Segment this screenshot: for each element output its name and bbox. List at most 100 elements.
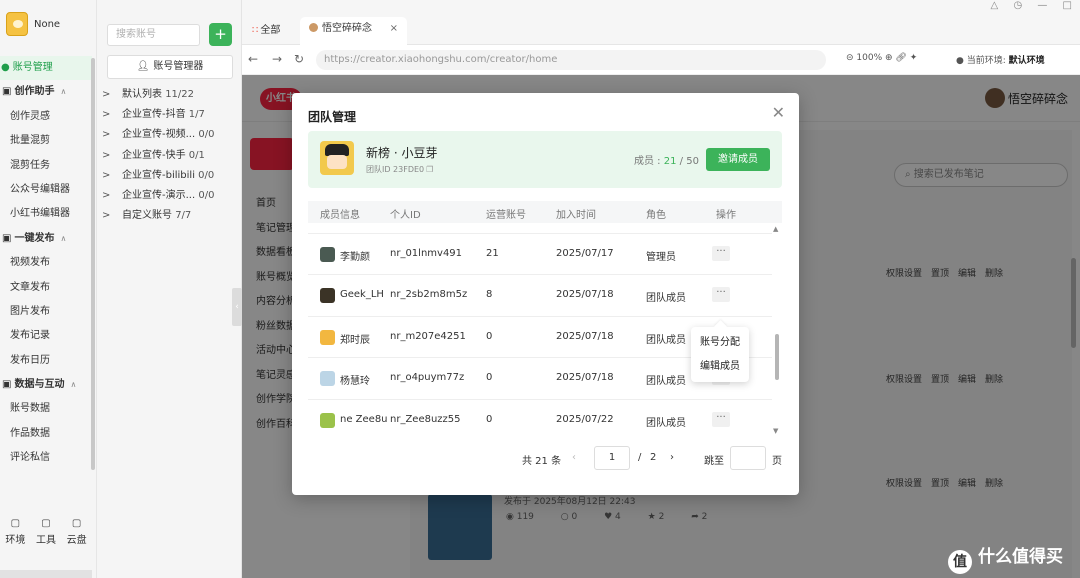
chevron-right-icon[interactable]: >: [102, 166, 122, 186]
avatar: [320, 246, 335, 262]
close-tab-icon[interactable]: ×: [390, 17, 398, 41]
forward-icon[interactable]: →: [272, 52, 282, 66]
account-group-item[interactable]: > 企业宣传-抖音 1/7: [102, 105, 238, 125]
account-group-label: 企业宣传-快手: [122, 149, 186, 161]
copy-icon[interactable]: ❐: [426, 165, 433, 174]
sidebar-item[interactable]: 混剪任务: [0, 154, 92, 178]
scroll-down-icon[interactable]: ▼: [773, 427, 778, 435]
back-icon[interactable]: ←: [248, 52, 258, 66]
sidebar-item[interactable]: 作品数据: [0, 422, 92, 446]
collapse-handle[interactable]: ‹: [232, 288, 242, 326]
account-group-count: 0/1: [188, 149, 205, 161]
avatar: [320, 412, 335, 428]
tool-1[interactable]: ▢ 工具: [36, 518, 56, 546]
chevron-right-icon[interactable]: >: [102, 146, 122, 166]
tool-2[interactable]: ▢ 云盘: [67, 518, 87, 546]
more-actions-icon[interactable]: ···: [712, 287, 730, 302]
assign-accounts-menu-item[interactable]: 账号分配: [691, 331, 749, 355]
zoom-control[interactable]: ⊝ 100% ⊕ 🔗︎ ✦: [846, 53, 917, 63]
sidebar-item[interactable]: 发布日历: [0, 349, 92, 373]
cell-id: nr_01lnmv491: [390, 247, 463, 259]
account-group-item[interactable]: > 自定义账号 7/7: [102, 206, 238, 226]
chevron-up-icon[interactable]: ∧: [70, 380, 76, 389]
tool-0[interactable]: ▢ 环境: [5, 518, 25, 546]
table-row[interactable]: 李勤颜 nr_01lnmv491 21 2025/07/17 管理员 ···: [308, 234, 772, 275]
sidebar-item[interactable]: 图片发布: [0, 300, 92, 324]
bell-icon[interactable]: △: [991, 0, 999, 11]
prev-page-icon[interactable]: ‹: [572, 452, 576, 463]
table-row[interactable]: ne Zee8u nr_Zee8uzz55 0 2025/07/22 团队成员 ···: [308, 400, 772, 438]
sidebar-item[interactable]: 视频发布: [0, 251, 92, 275]
tab-all[interactable]: ∷ 全部: [252, 21, 280, 36]
avatar: [320, 329, 335, 345]
edit-member-menu-item[interactable]: 编辑成员: [691, 355, 749, 379]
sidebar-item[interactable]: 批量混剪: [0, 129, 92, 153]
url-input[interactable]: https://creator.xiaohongshu.com/creator/…: [316, 50, 826, 70]
table-row[interactable]: Geek_LH nr_2sb2m8m5z 8 2025/07/18 团队成员 ···: [308, 275, 772, 317]
sidebar-bottom-tab[interactable]: [0, 570, 92, 578]
account-search-input[interactable]: 搜索账号: [107, 24, 200, 46]
sidebar-item[interactable]: 公众号编辑器: [0, 178, 92, 202]
column-header: 成员信息: [320, 210, 360, 221]
members-current: 21: [663, 156, 677, 167]
chevron-right-icon[interactable]: >: [102, 206, 122, 226]
sidebar-item: ▣ 数据与互动 ∧: [0, 373, 92, 397]
next-page-icon[interactable]: ›: [670, 452, 674, 463]
tab-active[interactable]: 悟空碎碎念 ×: [300, 17, 407, 45]
account-group-item[interactable]: > 默认列表 11/22: [102, 85, 238, 105]
sidebar-item[interactable]: ● 账号管理: [0, 56, 92, 81]
tool-label: 云盘: [66, 535, 87, 546]
more-actions-icon[interactable]: ···: [712, 411, 730, 427]
sidebar-scrollbar[interactable]: [91, 58, 95, 470]
cell-id: nr_Zee8uzz55: [390, 413, 461, 425]
account-group-item[interactable]: > 企业宣传-bilibili 0/0: [102, 166, 238, 186]
add-account-button[interactable]: +: [209, 23, 232, 46]
chevron-right-icon[interactable]: >: [102, 125, 122, 145]
page-input[interactable]: 1: [594, 446, 630, 470]
account-group-label: 默认列表: [122, 89, 162, 100]
user-profile[interactable]: None: [6, 12, 60, 36]
jump-page-input[interactable]: [730, 446, 766, 470]
scroll-up-icon[interactable]: ▲: [773, 225, 778, 233]
account-group-item[interactable]: > 企业宣传-快手 0/1: [102, 146, 238, 166]
table-scrollbar[interactable]: ▲ ▼: [772, 223, 782, 437]
total-pages: 2: [650, 452, 657, 463]
cell-role: 团队成员: [646, 334, 686, 346]
sidebar-item-label: 小红书编辑器: [10, 208, 70, 220]
account-manager-button[interactable]: 👤︎ 账号管理器: [107, 55, 233, 79]
close-icon[interactable]: ✕: [772, 103, 785, 122]
sidebar-tools: ▢ 环境 ▢ 工具 ▢ 云盘: [0, 518, 92, 546]
avatar[interactable]: [6, 12, 28, 36]
sidebar-item[interactable]: 评论私信: [0, 446, 92, 470]
cell-accounts: 0: [486, 330, 493, 342]
chevron-up-icon[interactable]: ∧: [60, 87, 66, 96]
sidebar-item[interactable]: 账号数据: [0, 397, 92, 421]
sidebar-item[interactable]: 文章发布: [0, 276, 92, 300]
column-header: 个人ID: [390, 210, 421, 221]
account-group-item[interactable]: > 企业宣传-视频... 0/0: [102, 125, 238, 145]
sidebar-item[interactable]: 创作灵感: [0, 105, 92, 129]
chevron-right-icon[interactable]: >: [102, 85, 122, 105]
sidebar-item[interactable]: 小红书编辑器: [0, 202, 92, 226]
chevron-up-icon[interactable]: ∧: [60, 234, 66, 243]
sidebar-item-label: 批量混剪: [10, 135, 50, 147]
member-count: 成员 : 21 / 50: [634, 152, 699, 167]
more-actions-icon[interactable]: ···: [712, 245, 730, 261]
minimize-icon[interactable]: —: [1037, 0, 1047, 11]
cell-accounts: 0: [486, 413, 493, 425]
invite-member-button[interactable]: 邀请成员: [706, 148, 770, 171]
account-group-item[interactable]: > 企业宣传-演示... 0/0: [102, 186, 238, 206]
cell-accounts: 21: [486, 247, 499, 259]
scrollbar-thumb[interactable]: [775, 334, 779, 380]
sidebar-item[interactable]: 发布记录: [0, 324, 92, 348]
tab-active-label: 悟空碎碎念: [322, 23, 372, 34]
chevron-right-icon[interactable]: >: [102, 186, 122, 206]
account-group-label: 企业宣传-视频...: [122, 129, 196, 141]
table-row[interactable]: 杨瑞宇nr_4321uu7l702025/07/17管理员···: [308, 223, 772, 234]
cell-role: 团队成员: [646, 293, 686, 304]
reload-icon[interactable]: ↻: [294, 52, 304, 66]
maximize-icon[interactable]: □: [1063, 0, 1072, 11]
environment-indicator[interactable]: ● 当前环境: 默认环境: [956, 53, 1045, 66]
clock-icon[interactable]: ◷: [1013, 0, 1022, 11]
chevron-right-icon[interactable]: >: [102, 105, 122, 125]
